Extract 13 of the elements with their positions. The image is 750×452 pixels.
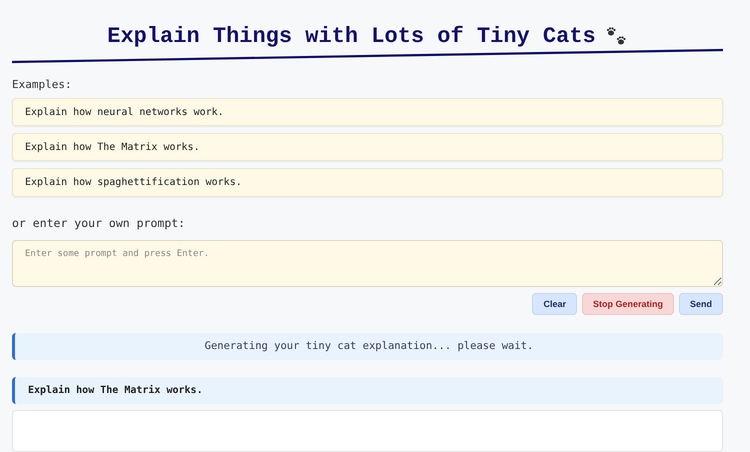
action-button[interactable]: Send (678, 292, 723, 315)
prompt-label: or enter your own prompt: (12, 216, 186, 230)
example-prompt[interactable]: Explain how The Matrix works. (12, 133, 723, 162)
page-title: Explain Things with Lots of Tiny Cats (107, 23, 596, 51)
current-prompt: Explain how The Matrix works. (12, 376, 723, 404)
action-button[interactable]: Stop Generating (582, 292, 674, 315)
paw-prints-icon (606, 27, 628, 47)
examples-label: Examples: (12, 78, 73, 91)
prompt-field[interactable]: Enter some prompt and press Enter. (12, 240, 723, 287)
action-button[interactable]: Clear (532, 292, 577, 315)
status-message: Generating your tiny cat explanation... please wait. (12, 332, 723, 360)
example-prompt[interactable]: Explain how spaghettification works. (12, 168, 723, 197)
example-prompt[interactable]: Explain how neural networks work. (12, 98, 723, 126)
